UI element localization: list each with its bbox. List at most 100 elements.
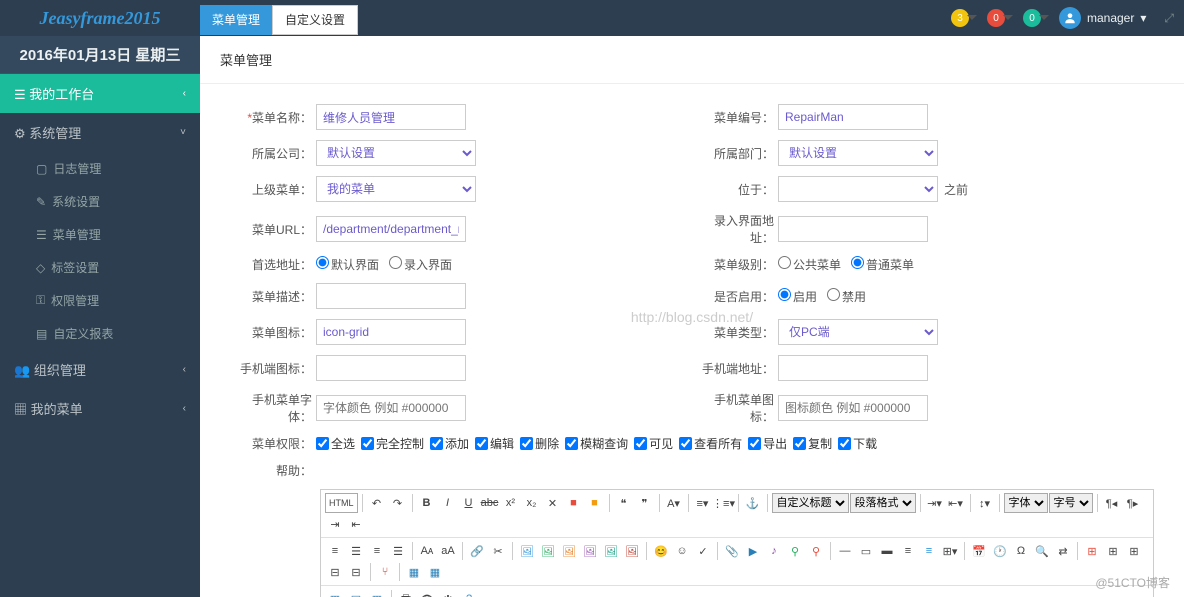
ul-btn[interactable]: ⋮≡▾ (714, 493, 734, 513)
perm-check-3[interactable]: 编辑 (475, 435, 514, 452)
outdent-btn[interactable]: ⇤▾ (946, 493, 966, 513)
unlink-btn[interactable]: ✂ (488, 541, 508, 561)
date2-btn[interactable]: ▭ (856, 541, 876, 561)
ol-btn[interactable]: ≡▾ (693, 493, 713, 513)
nav-sub-tag[interactable]: ◇标签设置 (0, 251, 200, 284)
table2-btn[interactable]: ▤ (346, 589, 366, 597)
table1-btn[interactable]: ▦ (325, 589, 345, 597)
perm-check-8[interactable]: 导出 (748, 435, 787, 452)
perm-check-1[interactable]: 完全控制 (361, 435, 424, 452)
tbl5-btn[interactable]: ⊟ (346, 562, 366, 582)
perm-check-9[interactable]: 复制 (793, 435, 832, 452)
type-select[interactable]: 仅PC端 (778, 319, 938, 345)
grid1-btn[interactable]: ▦ (404, 562, 424, 582)
expand-icon[interactable]: ⤢ (1164, 11, 1174, 26)
date3-btn[interactable]: ▬ (877, 541, 897, 561)
image-btn[interactable]: 🖼 (517, 541, 537, 561)
menu-name-input[interactable] (316, 104, 466, 130)
icon-input[interactable] (316, 319, 466, 345)
alignright-btn[interactable]: ≡ (367, 541, 387, 561)
backcolor-btn[interactable]: ■ (585, 493, 605, 513)
mobile-addr-input[interactable] (778, 355, 928, 381)
level-normal-radio[interactable] (851, 256, 864, 269)
nav-sub-report[interactable]: ▤自定义报表 (0, 317, 200, 350)
nav-sub-log[interactable]: ▢日志管理 (0, 152, 200, 185)
perm-check-7[interactable]: 查看所有 (679, 435, 742, 452)
notif-badge-yellow[interactable]: 3 (951, 9, 969, 27)
nav-sub-sysset[interactable]: ✎系统设置 (0, 185, 200, 218)
lower-btn[interactable]: aA (438, 541, 458, 561)
video-btn[interactable]: ▶ (743, 541, 763, 561)
fontcolor-btn[interactable]: A▾ (664, 493, 684, 513)
position-select[interactable] (778, 176, 938, 202)
gmap-btn[interactable]: ⚲ (806, 541, 826, 561)
company-select[interactable]: 默认设置 (316, 140, 476, 166)
perm-check-10[interactable]: 下载 (838, 435, 877, 452)
tbl3-btn[interactable]: ⊞ (1124, 541, 1144, 561)
undo-btn[interactable]: ↶ (367, 493, 387, 513)
anchor-btn[interactable]: ⚓ (743, 493, 763, 513)
time-btn[interactable]: 🕐 (990, 541, 1010, 561)
heading-select[interactable]: 自定义标题 (772, 493, 849, 513)
preview-btn[interactable]: 👁 (417, 589, 437, 597)
fullscreen-btn[interactable]: ✱ (438, 589, 458, 597)
notif-badge-red[interactable]: 0 (987, 9, 1005, 27)
perm-check-5[interactable]: 模糊查询 (565, 435, 628, 452)
outdent2-btn[interactable]: ⇤ (346, 514, 366, 534)
pagebreak-btn[interactable]: ⊞▾ (940, 541, 960, 561)
sub-btn[interactable]: x₂ (522, 493, 542, 513)
music-btn[interactable]: ♪ (764, 541, 784, 561)
print-btn[interactable]: 🖶 (396, 589, 416, 597)
perm-check-6[interactable]: 可见 (634, 435, 673, 452)
hr-btn[interactable]: — (835, 541, 855, 561)
parent-select[interactable]: 我的菜单 (316, 176, 476, 202)
tab-menu-mgmt[interactable]: 菜单管理 (200, 5, 272, 35)
perm-check-4[interactable]: 删除 (520, 435, 559, 452)
perm-check-0[interactable]: 全选 (316, 435, 355, 452)
image5-btn[interactable]: 🖼 (601, 541, 621, 561)
nav-sub-menu[interactable]: ☰菜单管理 (0, 218, 200, 251)
nav-sub-perm[interactable]: ⚿权限管理 (0, 284, 200, 317)
attach-btn[interactable]: 📎 (722, 541, 742, 561)
aligncenter-btn[interactable]: ☰ (346, 541, 366, 561)
notif-badge-teal[interactable]: 0 (1023, 9, 1041, 27)
level-public-radio[interactable] (778, 256, 791, 269)
find-btn[interactable]: 🔍 (1032, 541, 1052, 561)
code-btn[interactable]: ≡ (898, 541, 918, 561)
italic-btn[interactable]: I (438, 493, 458, 513)
image4-btn[interactable]: 🖼 (580, 541, 600, 561)
grid2-btn[interactable]: ▦ (425, 562, 445, 582)
source-btn[interactable]: HTML (325, 493, 358, 513)
code2-btn[interactable]: ≡ (919, 541, 939, 561)
quote2-btn[interactable]: ❞ (635, 493, 655, 513)
perm-check-2[interactable]: 添加 (430, 435, 469, 452)
link-btn[interactable]: 🔗 (467, 541, 487, 561)
mobile-iconcolor-input[interactable] (778, 395, 928, 421)
nav-mymenu[interactable]: ▦ 我的菜单 ‹ (0, 389, 200, 428)
enable-on-radio[interactable] (778, 288, 791, 301)
mobile-icon-input[interactable] (316, 355, 466, 381)
spell-btn[interactable]: ✓ (693, 541, 713, 561)
map-btn[interactable]: ⚲ (785, 541, 805, 561)
font-select[interactable]: 字体 (1004, 493, 1048, 513)
menu-code-input[interactable] (778, 104, 928, 130)
pref-entry-radio[interactable] (389, 256, 402, 269)
specialchar-btn[interactable]: Ω (1011, 541, 1031, 561)
underline-btn[interactable]: U (459, 493, 479, 513)
size-select[interactable]: 字号 (1049, 493, 1093, 513)
indent2-btn[interactable]: ⇥ (325, 514, 345, 534)
replace-btn[interactable]: ⇄ (1053, 541, 1073, 561)
bold-btn[interactable]: B (417, 493, 437, 513)
caps-btn[interactable]: Aᴀ (417, 541, 437, 561)
entry-input[interactable] (778, 216, 928, 242)
lineheight-btn[interactable]: ↕▾ (975, 493, 995, 513)
nav-org[interactable]: 👥 组织管理 ‹ (0, 350, 200, 389)
strike-btn[interactable]: abc (480, 493, 500, 513)
para-select[interactable]: 段落格式 (850, 493, 916, 513)
pref-default-radio[interactable] (316, 256, 329, 269)
dept-select[interactable]: 默认设置 (778, 140, 938, 166)
image2-btn[interactable]: 🖼 (538, 541, 558, 561)
emoji2-btn[interactable]: ☺ (672, 541, 692, 561)
emoji-btn[interactable]: 😊 (651, 541, 671, 561)
ltr-btn[interactable]: ¶◂ (1102, 493, 1122, 513)
